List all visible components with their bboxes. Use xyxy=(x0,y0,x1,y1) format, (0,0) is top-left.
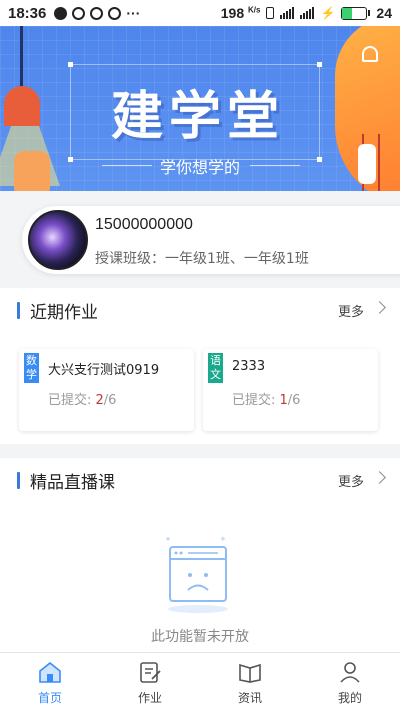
homework-title: 2333 xyxy=(232,359,266,374)
chat-bubble-icon xyxy=(54,6,68,20)
home-icon xyxy=(39,661,61,683)
bottom-tab-bar: 首页 作业 资讯 我的 xyxy=(0,652,400,711)
homework-icon xyxy=(140,662,161,683)
user-phone: 15000000000 xyxy=(95,216,193,233)
battery-level: 24 xyxy=(376,5,392,21)
homework-status: 已提交: 2/6 xyxy=(48,393,117,408)
notification-icon xyxy=(72,6,86,20)
subject-tag: 语文 xyxy=(208,353,223,383)
signal-icon xyxy=(300,7,315,19)
subject-tag: 数学 xyxy=(24,353,39,383)
svg-text:+: + xyxy=(220,535,226,543)
homework-card[interactable]: 语文 2333 已提交: 1/6 xyxy=(203,349,378,431)
news-icon xyxy=(239,663,261,683)
banner-title: 建学堂 xyxy=(110,87,285,147)
tab-news[interactable]: 资讯 xyxy=(200,653,300,711)
homework-status: 已提交: 1/6 xyxy=(232,393,301,408)
banner-subtitle: 学你想学的 xyxy=(159,158,240,177)
section-title: 近期作业 xyxy=(30,303,98,323)
network-speed: 198 K/s xyxy=(220,5,261,21)
user-classes: 授课班级：一年级1班、一年级1班 xyxy=(95,251,309,267)
empty-state-icon: * + xyxy=(166,535,228,613)
live-header: 精品直播课 更多 xyxy=(0,466,400,496)
more-button[interactable]: 更多 xyxy=(338,301,364,320)
tab-profile[interactable]: 我的 xyxy=(300,653,400,711)
avatar[interactable] xyxy=(28,210,88,270)
homework-title: 大兴支行测试0919 xyxy=(48,363,160,378)
battery-icon xyxy=(341,6,368,20)
hero-banner[interactable]: 建学堂 学你想学的 xyxy=(0,26,400,191)
charging-icon: ⚡ xyxy=(320,6,336,20)
empty-state-text: 此功能暂未开放 xyxy=(151,629,249,645)
chevron-right-icon[interactable] xyxy=(373,301,386,314)
user-card[interactable]: 15000000000 授课班级：一年级1班、一年级1班 xyxy=(22,206,400,274)
bell-icon[interactable] xyxy=(362,46,378,62)
homework-card[interactable]: 数学 大兴支行测试0919 已提交: 2/6 xyxy=(19,349,194,431)
tab-homework[interactable]: 作业 xyxy=(100,653,200,711)
lamp-decoration xyxy=(4,86,40,126)
svg-text:*: * xyxy=(166,536,170,545)
tab-home[interactable]: 首页 xyxy=(0,653,100,711)
chevron-right-icon[interactable] xyxy=(373,471,386,484)
signal-icon xyxy=(280,7,295,19)
climbing-person-illustration xyxy=(358,144,376,184)
vibrate-icon xyxy=(266,7,275,19)
weibo-icon xyxy=(108,6,122,20)
status-time: 18:36 xyxy=(8,4,47,22)
more-button[interactable]: 更多 xyxy=(338,471,364,490)
status-bar: 18:36 ··· 198 K/s ⚡ 24 xyxy=(0,0,400,26)
homework-header: 近期作业 更多 xyxy=(0,296,400,326)
app-screen: 18:36 ··· 198 K/s ⚡ 24 建学堂 学你想学的 1500000… xyxy=(0,0,400,711)
section-title: 精品直播课 xyxy=(30,473,115,493)
more-dots-icon: ··· xyxy=(126,5,141,21)
check-icon xyxy=(90,6,104,20)
profile-icon xyxy=(340,662,360,683)
